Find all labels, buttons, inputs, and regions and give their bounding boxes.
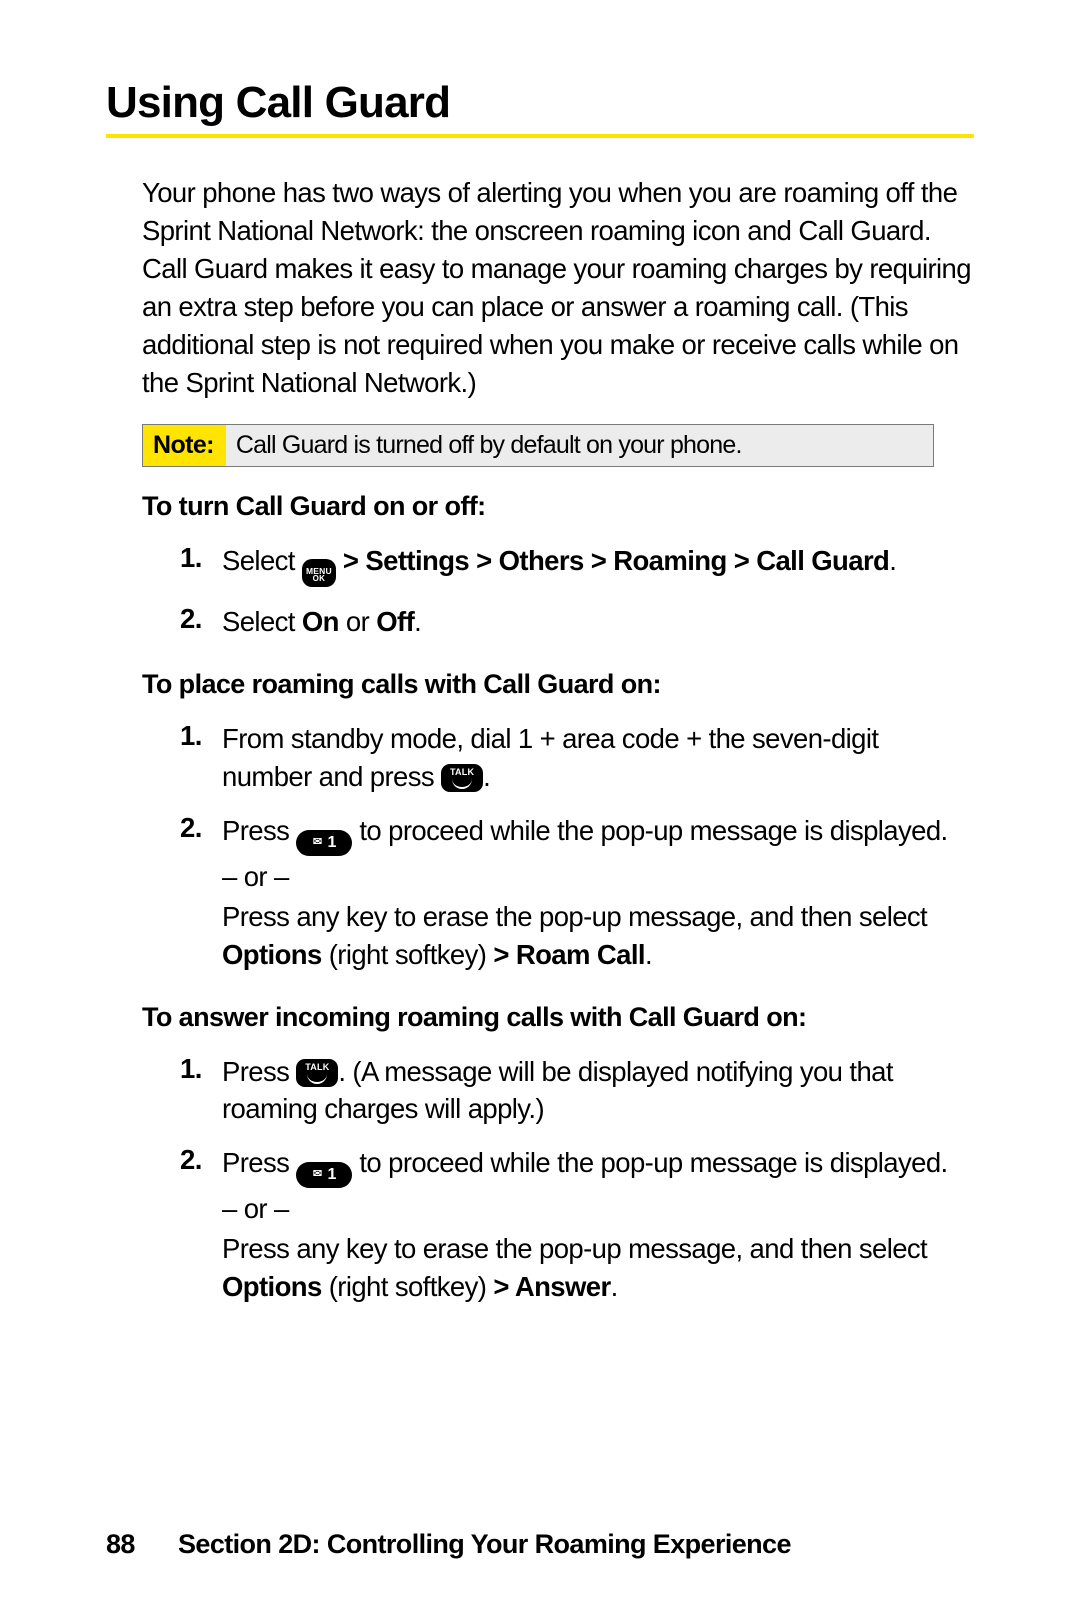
digit-glyph: 1 (328, 1167, 336, 1183)
text: to proceed while the pop-up message is d… (352, 815, 947, 846)
icon-label-bottom: OK (313, 575, 325, 583)
menu-path: > Settings > Others > Roaming > Call Gua… (336, 545, 889, 576)
text: . (889, 545, 896, 576)
talk-key-icon: TALK (296, 1059, 338, 1087)
intro-paragraph: Your phone has two ways of alerting you … (106, 174, 974, 402)
text: or (339, 606, 376, 637)
step-body: Select MENU OK > Settings > Others > Roa… (222, 542, 896, 588)
step: 1. Press TALK . (A message will be displ… (106, 1053, 974, 1129)
menu-ok-key-icon: MENU OK (302, 559, 336, 587)
text: (right softkey) (322, 939, 494, 970)
text: Press any key to erase the pop-up messag… (222, 901, 927, 932)
menu-path: > Answer (493, 1271, 610, 1302)
step-number: 1. (180, 720, 222, 752)
steps-answer-roaming: 1. Press TALK . (A message will be displ… (106, 1053, 974, 1306)
page-footer: 88 Section 2D: Controlling Your Roaming … (106, 1529, 791, 1560)
step: 2. Select On or Off. (106, 603, 974, 641)
step-number: 1. (180, 542, 222, 574)
note-box: Note: Call Guard is turned off by defaul… (142, 424, 934, 467)
text: (right softkey) (322, 1271, 494, 1302)
softkey-options: Options (222, 1271, 322, 1302)
step: 2. Press ✉ 1 to proceed while the pop-up… (106, 1144, 974, 1305)
envelope-glyph: ✉ (313, 1169, 322, 1180)
subhead-place-roaming: To place roaming calls with Call Guard o… (142, 669, 974, 700)
subhead-answer-roaming: To answer incoming roaming calls with Ca… (142, 1002, 974, 1033)
text: to proceed while the pop-up message is d… (352, 1147, 947, 1178)
step-body: From standby mode, dial 1 + area code + … (222, 720, 974, 796)
text: . (414, 606, 421, 637)
steps-turn-on-off: 1. Select MENU OK > Settings > Others > … (106, 542, 974, 642)
step-body: Press ✉ 1 to proceed while the pop-up me… (222, 812, 974, 973)
text: . (645, 939, 652, 970)
softkey-options: Options (222, 939, 322, 970)
step-number: 2. (180, 1144, 222, 1176)
text: Press (222, 815, 296, 846)
text: Select (222, 606, 302, 637)
note-label: Note: (143, 425, 226, 466)
step: 1. Select MENU OK > Settings > Others > … (106, 542, 974, 588)
smile-glyph (452, 777, 472, 789)
text: . (611, 1271, 618, 1302)
digit-glyph: 1 (328, 835, 336, 851)
step: 2. Press ✉ 1 to proceed while the pop-up… (106, 812, 974, 973)
text: . (483, 761, 490, 792)
footer-section-title: Section 2D: Controlling Your Roaming Exp… (178, 1529, 791, 1560)
step-number: 1. (180, 1053, 222, 1085)
option-on: On (302, 606, 339, 637)
page-number: 88 (106, 1529, 146, 1560)
step: 1. From standby mode, dial 1 + area code… (106, 720, 974, 796)
one-key-icon: ✉ 1 (296, 830, 352, 856)
talk-key-icon: TALK (441, 764, 483, 792)
step-body: Press TALK . (A message will be displaye… (222, 1053, 974, 1129)
or-separator: – or – (222, 858, 974, 896)
subhead-turn-on-off: To turn Call Guard on or off: (142, 491, 974, 522)
envelope-glyph: ✉ (313, 837, 322, 848)
title-underline (106, 134, 974, 138)
step-number: 2. (180, 812, 222, 844)
menu-path: > Roam Call (493, 939, 645, 970)
smile-glyph (307, 1072, 327, 1084)
one-key-icon: ✉ 1 (296, 1162, 352, 1188)
text: Press any key to erase the pop-up messag… (222, 1233, 927, 1264)
step-body: Select On or Off. (222, 603, 421, 641)
text: Select (222, 545, 302, 576)
manual-page: Using Call Guard Your phone has two ways… (0, 0, 1080, 1620)
note-body: Call Guard is turned off by default on y… (226, 425, 933, 466)
option-off: Off (376, 606, 414, 637)
text: From standby mode, dial 1 + area code + … (222, 723, 878, 792)
text: Press (222, 1147, 296, 1178)
page-title: Using Call Guard (106, 78, 974, 128)
steps-place-roaming: 1. From standby mode, dial 1 + area code… (106, 720, 974, 973)
step-number: 2. (180, 603, 222, 635)
step-body: Press ✉ 1 to proceed while the pop-up me… (222, 1144, 974, 1305)
or-separator: – or – (222, 1190, 974, 1228)
text: Press (222, 1056, 296, 1087)
